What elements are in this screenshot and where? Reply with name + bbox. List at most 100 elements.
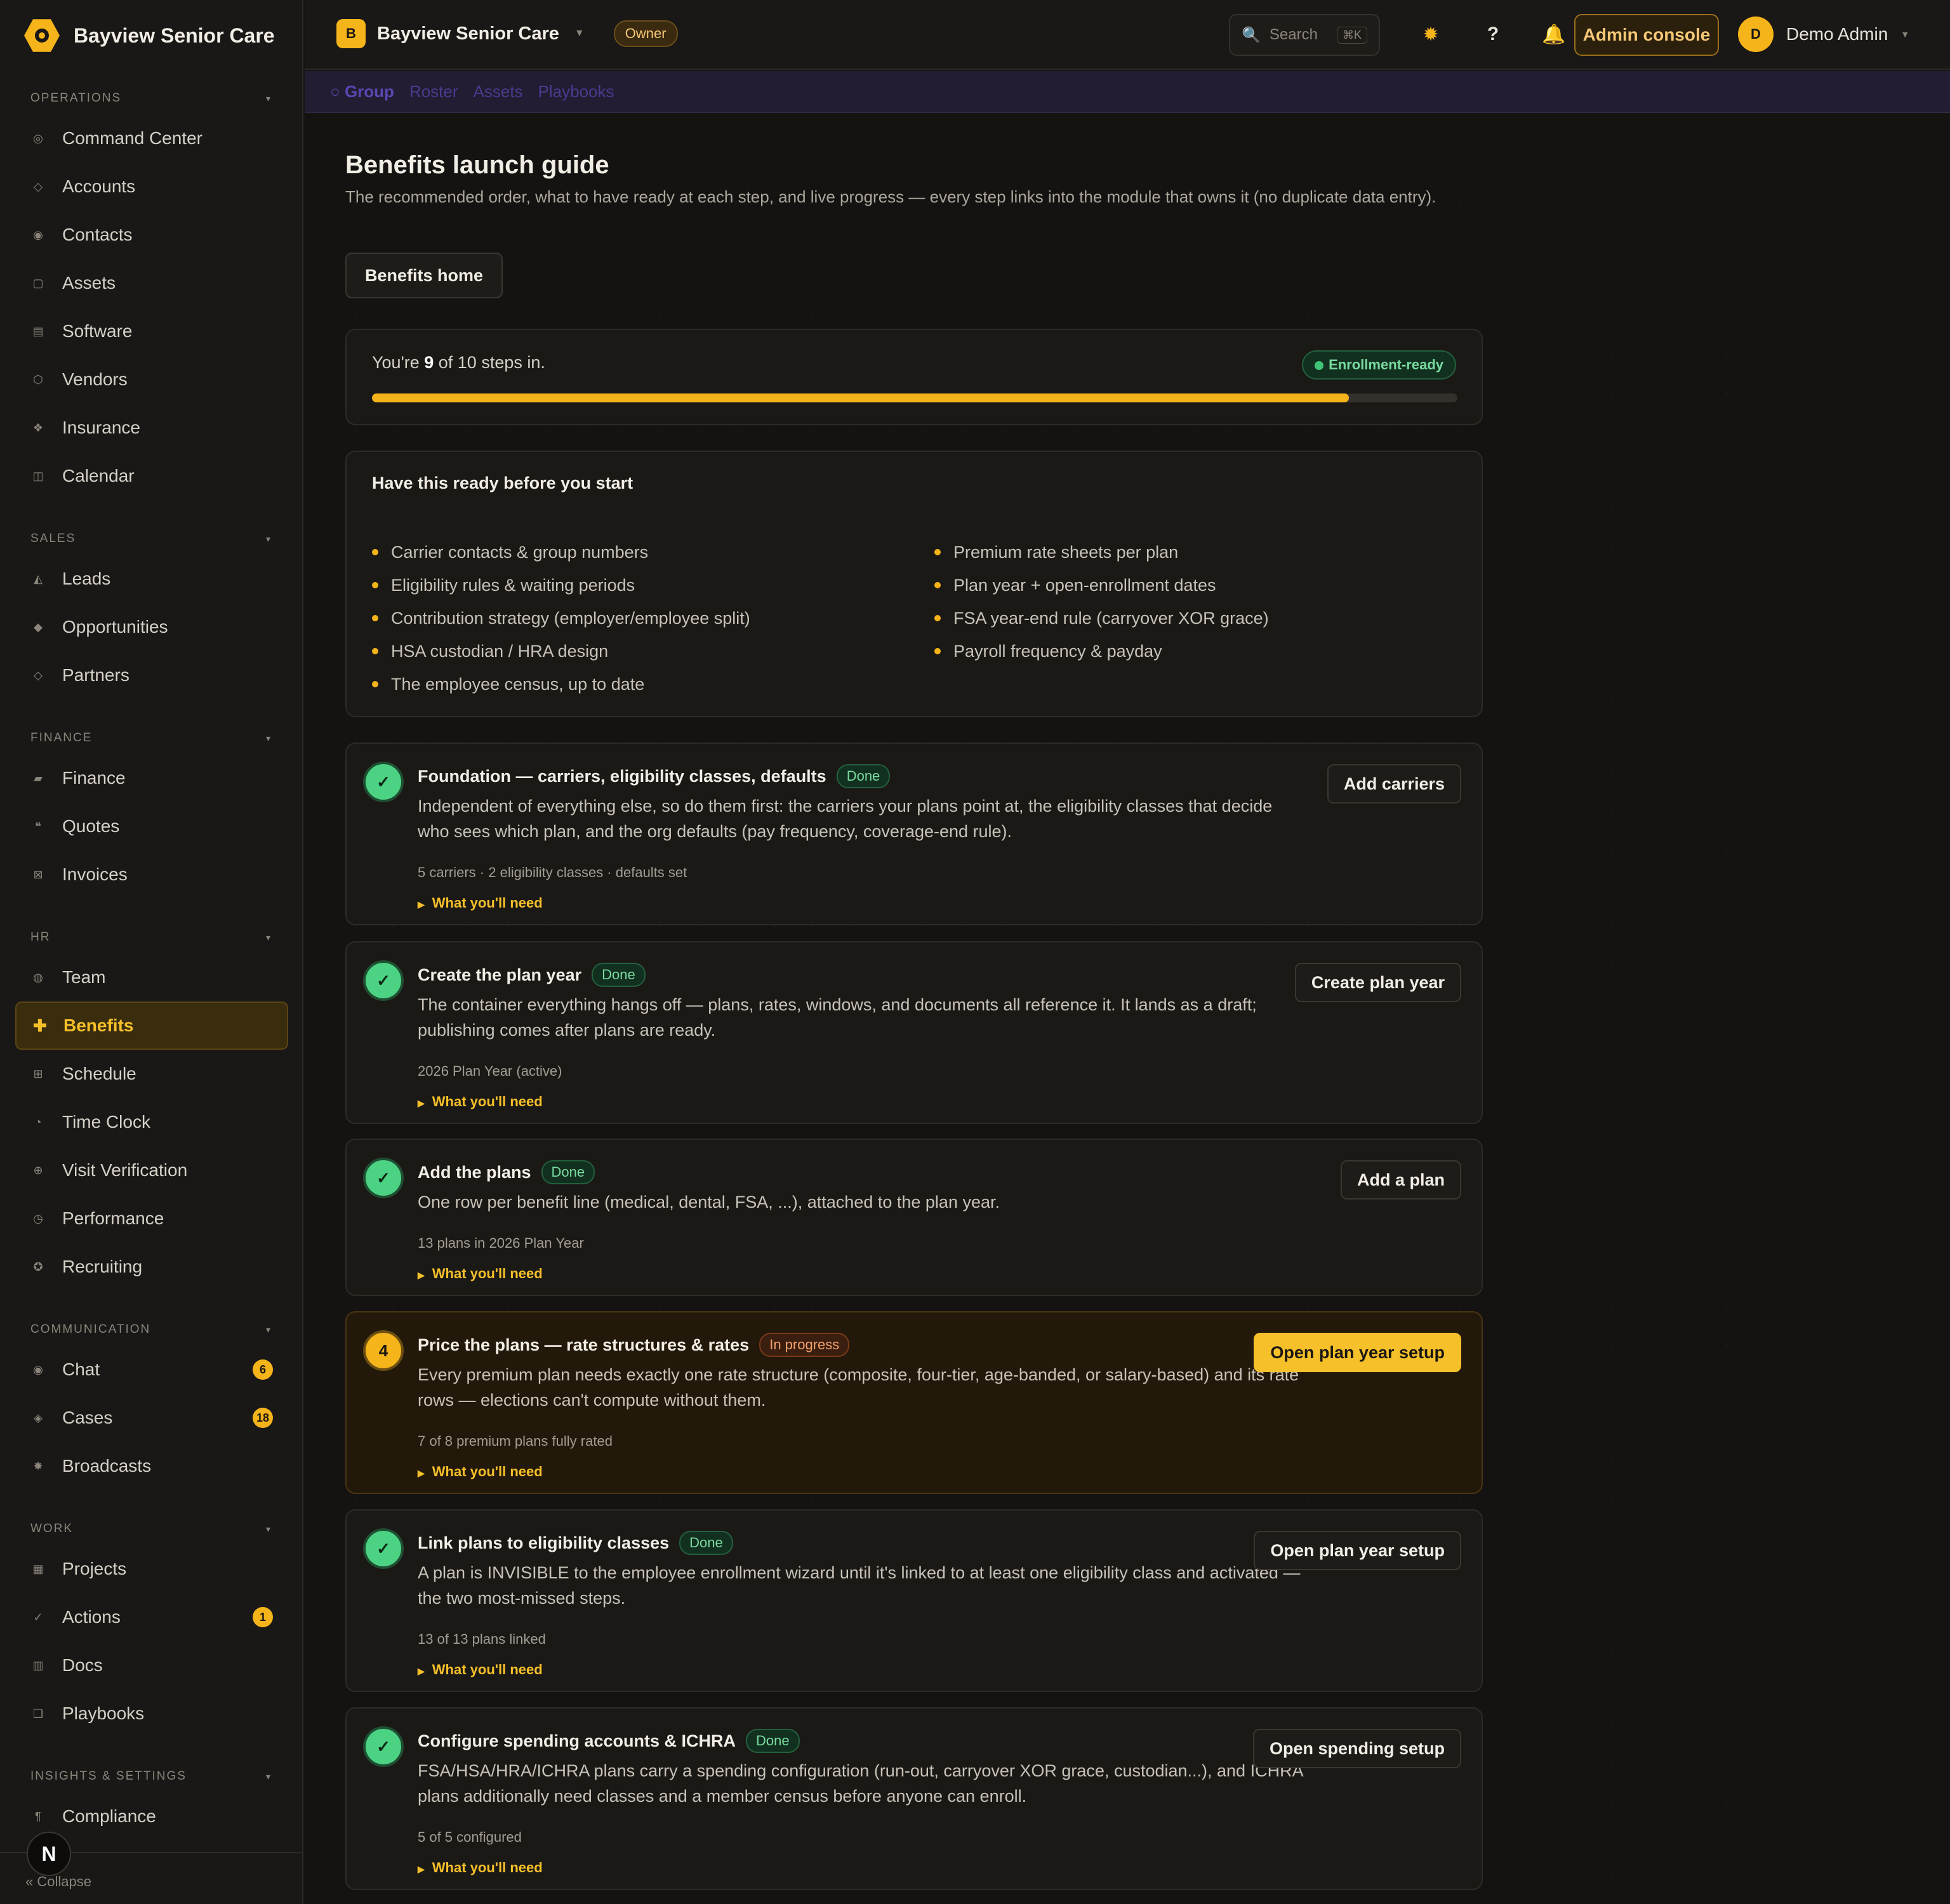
sidebar-item-command-center[interactable]: ◎ Command Center: [15, 114, 288, 162]
step-meta: 13 of 13 plans linked: [418, 1631, 546, 1647]
sidebar-item-recruiting[interactable]: ✪ Recruiting: [15, 1243, 288, 1291]
role-badge: Owner: [613, 20, 678, 47]
sidebar-section-title: INSIGHTS & SETTINGS: [30, 1769, 187, 1783]
step-action-button[interactable]: Create plan year: [1294, 963, 1461, 1002]
brand-logo-icon: [24, 19, 60, 52]
benefits-home-button[interactable]: Benefits home: [345, 253, 503, 298]
ready-list-item: Carrier contacts & group numbers: [372, 536, 750, 569]
what-youll-need-toggle[interactable]: What you'll need: [418, 1464, 543, 1480]
sidebar-item-finance[interactable]: ▰ Finance: [15, 754, 288, 802]
sidebar-item-docs[interactable]: ▥ Docs: [15, 1641, 288, 1689]
sub-tabs: ○ Group Roster Assets Playbooks: [305, 71, 1950, 113]
progress-card: You're 9 of 10 steps in. Enrollment-read…: [345, 329, 1483, 425]
sidebar-item-playbooks[interactable]: ❏ Playbooks: [15, 1689, 288, 1738]
sidebar-item-software[interactable]: ▤ Software: [15, 307, 288, 355]
bell-icon[interactable]: 🔔: [1539, 19, 1569, 50]
sidebar-item-visit-verification[interactable]: ⊕ Visit Verification: [15, 1146, 288, 1194]
org-switcher[interactable]: B Bayview Senior Care ▼ Owner: [336, 19, 678, 48]
tab-assets[interactable]: Assets: [474, 82, 523, 102]
help-icon[interactable]: ?: [1478, 19, 1508, 50]
visit-verification-icon: ⊕: [33, 1163, 43, 1177]
sidebar-item-performance[interactable]: ◷ Performance: [15, 1194, 288, 1243]
sidebar-item-cases[interactable]: ◈ Cases 18: [15, 1394, 288, 1442]
sidebar-item-insurance[interactable]: ❖ Insurance: [15, 404, 288, 452]
sidebar-item-benefits[interactable]: ✚ Benefits: [15, 1002, 288, 1050]
what-youll-need-toggle[interactable]: What you'll need: [418, 1860, 543, 1876]
sidebar-item-contacts[interactable]: ◉ Contacts: [15, 211, 288, 259]
sidebar-item-label: Time Clock: [62, 1112, 150, 1132]
setup-step-card: ✓ Link plans to eligibility classes Done A …: [345, 1509, 1483, 1692]
step-title: Foundation — carriers, eligibility class…: [418, 766, 826, 786]
step-action-button[interactable]: Open plan year setup: [1254, 1531, 1461, 1570]
brand[interactable]: Bayview Senior Care: [24, 15, 275, 56]
sidebar-section-title: HR: [30, 930, 51, 944]
progress-bar-fill: [372, 393, 1349, 402]
sidebar-item-broadcasts[interactable]: ✸ Broadcasts: [15, 1442, 288, 1490]
time-clock-icon: ◔: [34, 1115, 42, 1128]
step-action-button[interactable]: Add carriers: [1327, 764, 1461, 803]
sidebar-section-header[interactable]: FINANCE ▾: [0, 722, 303, 754]
step-description: Independent of everything else, so do th…: [418, 797, 1273, 841]
sidebar-item-actions[interactable]: ✓ Actions 1: [15, 1593, 288, 1641]
floating-assistant-button[interactable]: N: [27, 1832, 71, 1876]
sidebar-item-label: Projects: [62, 1559, 127, 1578]
tab-roster[interactable]: Roster: [409, 82, 458, 102]
tab-group[interactable]: ○ Group: [330, 82, 394, 102]
sidebar-item-label: Contacts: [62, 225, 133, 244]
performance-icon: ◷: [33, 1212, 43, 1225]
what-youll-need-toggle[interactable]: What you'll need: [418, 895, 543, 911]
sidebar-item-schedule[interactable]: ⊞ Schedule: [15, 1050, 288, 1098]
tab-playbooks[interactable]: Playbooks: [538, 82, 614, 102]
step-action-button[interactable]: Open spending setup: [1252, 1729, 1461, 1768]
sidebar-item-chat[interactable]: ◉ Chat 6: [15, 1345, 288, 1394]
sidebar-item-label: Leads: [62, 569, 111, 588]
sidebar-item-assets[interactable]: ▢ Assets: [15, 259, 288, 307]
status-badge: Done: [836, 764, 891, 788]
ready-list-item: HSA custodian / HRA design: [372, 635, 750, 668]
sidebar-item-invoices[interactable]: ⊠ Invoices: [15, 850, 288, 899]
search-input[interactable]: 🔍 Search ⌘K: [1229, 14, 1380, 56]
chevron-down-icon: ▾: [265, 1324, 272, 1335]
sidebar-section-header[interactable]: WORK ▾: [0, 1513, 303, 1545]
admin-console-button[interactable]: Admin console: [1574, 14, 1719, 56]
sidebar-section-header[interactable]: HR ▾: [0, 922, 303, 953]
step-action-button[interactable]: Open plan year setup: [1254, 1333, 1461, 1372]
step-title: Link plans to eligibility classes: [418, 1533, 670, 1552]
step-meta: 2026 Plan Year (active): [418, 1063, 562, 1079]
sidebar-item-label: Chat: [62, 1359, 100, 1379]
sidebar-item-team[interactable]: ◍ Team: [15, 953, 288, 1002]
ready-list-item: Eligibility rules & waiting periods: [372, 569, 750, 602]
chevron-down-icon: ▼: [574, 28, 585, 39]
user-name: Demo Admin: [1786, 24, 1888, 44]
sidebar-item-calendar[interactable]: ◫ Calendar: [15, 452, 288, 500]
step-action-button[interactable]: Add a plan: [1340, 1160, 1461, 1200]
sidebar-item-label: Command Center: [62, 128, 202, 148]
command-center-icon: ◎: [33, 131, 43, 145]
sidebar-item-quotes[interactable]: ❝ Quotes: [15, 802, 288, 850]
sidebar-item-projects[interactable]: ▦ Projects: [15, 1545, 288, 1593]
sidebar-item-vendors[interactable]: ⬡ Vendors: [15, 355, 288, 404]
sidebar-item-time-clock[interactable]: ◔ Time Clock: [15, 1098, 288, 1146]
step-title-row: Configure spending accounts & ICHRA Done: [418, 1729, 800, 1753]
sidebar-item-accounts[interactable]: ◇ Accounts: [15, 162, 288, 211]
theme-toggle-icon[interactable]: ✹: [1416, 19, 1446, 50]
sidebar-item-opportunities[interactable]: ◆ Opportunities: [15, 603, 288, 651]
check-icon: ✓: [363, 960, 404, 1001]
sidebar-section-header[interactable]: SALES ▾: [0, 523, 303, 555]
what-youll-need-toggle[interactable]: What you'll need: [418, 1094, 543, 1110]
what-youll-need-toggle[interactable]: What you'll need: [418, 1662, 543, 1678]
what-youll-need-toggle[interactable]: What you'll need: [418, 1266, 543, 1282]
sidebar-item-label: Opportunities: [62, 617, 168, 637]
sidebar-item-leads[interactable]: ◭ Leads: [15, 555, 288, 603]
quotes-icon: ❝: [35, 819, 41, 833]
setup-step-card: 4 Price the plans — rate structures & rat…: [345, 1311, 1483, 1494]
sidebar-section-header[interactable]: INSIGHTS & SETTINGS ▾: [0, 1761, 303, 1792]
user-menu[interactable]: D Demo Admin ▼: [1738, 17, 1909, 52]
collapse-button[interactable]: « Collapse: [25, 1874, 91, 1890]
sidebar-item-label: Invoices: [62, 864, 128, 884]
sidebar-item-partners[interactable]: ◇ Partners: [15, 651, 288, 699]
sidebar-section-header[interactable]: OPERATIONS ▾: [0, 83, 303, 114]
sidebar-section-header[interactable]: COMMUNICATION ▾: [0, 1314, 303, 1345]
